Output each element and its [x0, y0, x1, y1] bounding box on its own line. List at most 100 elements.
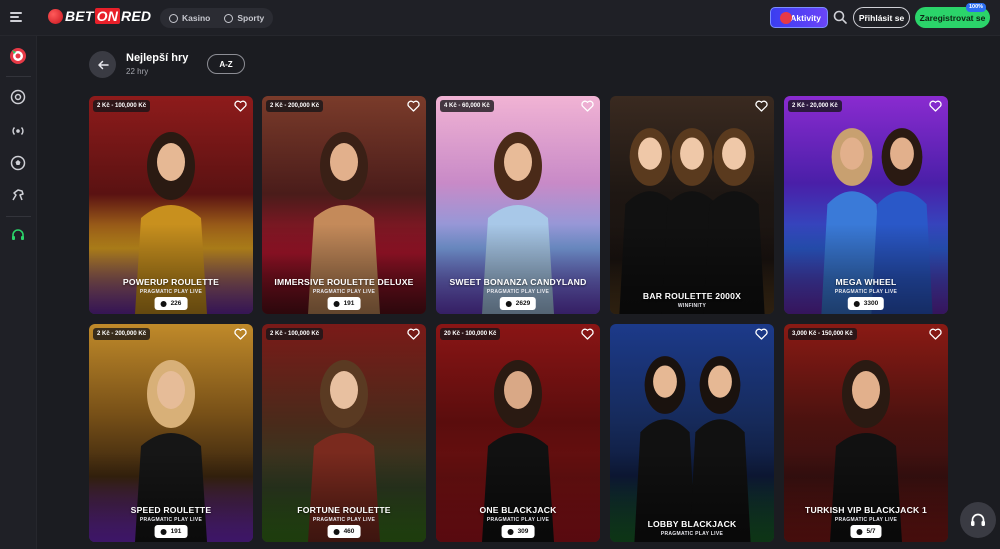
game-card[interactable]: 20 Kč - 100,000 Kč ONE BLACKJACK PRAGMATIC… — [436, 324, 600, 542]
sidebar-item-activities[interactable] — [9, 47, 27, 65]
aktivity-button[interactable]: Aktivity — [770, 7, 828, 28]
logo-on: ON — [94, 8, 121, 24]
sidebar-item-sports[interactable] — [9, 154, 27, 172]
player-count-badge: 226 — [154, 297, 188, 310]
player-count-badge: 191 — [327, 297, 361, 310]
login-button[interactable]: Přihlásit se — [853, 7, 910, 28]
game-card[interactable]: LOBBY BLACKJACK PRAGMATIC PLAY LIVE — [610, 324, 774, 542]
logo-red: RED — [121, 8, 152, 24]
back-button[interactable] — [89, 51, 116, 78]
game-card[interactable]: 3,000 Kč - 150,000 Kč TURKISH VIP BLACKJA… — [784, 324, 948, 542]
heart-icon[interactable] — [234, 328, 247, 340]
game-card[interactable]: BAR ROULETTE 2000X WINFINITY — [610, 96, 774, 314]
target-icon — [10, 48, 26, 64]
game-provider: PRAGMATIC PLAY LIVE — [486, 517, 550, 523]
game-card[interactable]: 2 Kč - 200,000 Kč IMMERSIVE ROULETTE DELU… — [262, 96, 426, 314]
player-count-badge: 191 — [154, 525, 188, 538]
stake-badge: 2 Kč - 200,000 Kč — [266, 100, 324, 112]
arrow-left-icon — [97, 60, 109, 69]
game-card[interactable]: 2 Kč - 20,000 Kč MEGA WHEEL PRAGMATIC PLAY… — [784, 96, 948, 314]
user-icon — [856, 528, 863, 535]
horse-icon — [12, 189, 24, 201]
sort-az-button[interactable]: A-Z — [207, 54, 245, 74]
game-provider: PRAGMATIC PLAY LIVE — [834, 289, 898, 295]
game-card[interactable]: 4 Kč - 60,000 Kč SWEET BONANZA CANDYLAND P… — [436, 96, 600, 314]
game-provider: PRAGMATIC PLAY LIVE — [139, 289, 203, 295]
game-provider: WINFINITY — [677, 303, 707, 309]
game-provider: PRAGMATIC PLAY LIVE — [486, 289, 550, 295]
ball-icon — [48, 8, 63, 24]
player-count: 226 — [170, 300, 182, 307]
logo-bet: BET — [65, 8, 94, 24]
stake-badge: 20 Kč - 100,000 Kč — [440, 328, 501, 340]
headset-icon — [971, 513, 985, 526]
player-count-badge: 309 — [501, 525, 535, 538]
stake-badge: 4 Kč - 60,000 Kč — [440, 100, 494, 112]
sidebar-item-roulette[interactable] — [9, 88, 27, 106]
sidebar — [0, 36, 37, 549]
game-title: ONE BLACKJACK — [479, 505, 557, 515]
game-title: POWERUP ROULETTE — [122, 277, 220, 287]
football-icon — [10, 155, 26, 171]
game-title: TURKISH VIP BLACKJACK 1 — [805, 505, 927, 515]
heart-icon[interactable] — [581, 100, 594, 112]
sidebar-item-racing[interactable] — [9, 186, 27, 204]
player-count-badge: 460 — [327, 525, 361, 538]
logo[interactable]: BET ON RED — [48, 8, 151, 24]
user-icon — [507, 528, 514, 535]
game-provider: PRAGMATIC PLAY LIVE — [312, 517, 376, 523]
user-icon — [333, 528, 340, 535]
roulette-icon — [10, 89, 26, 105]
game-card[interactable]: 2 Kč - 200,000 Kč SPEED ROULETTE PRAGMATIC… — [89, 324, 253, 542]
target-icon — [780, 12, 792, 24]
game-card[interactable]: 2 Kč - 100,000 Kč FORTUNE ROULETTE PRAGMAT… — [262, 324, 426, 542]
user-icon — [333, 300, 340, 307]
divider — [6, 76, 31, 77]
divider — [6, 216, 31, 217]
heart-icon[interactable] — [234, 100, 247, 112]
section-switcher: Kasino Sporty — [160, 8, 274, 28]
support-chat-button[interactable] — [960, 502, 996, 538]
top-bar: BET ON RED Kasino Sporty Aktivity Přihlá… — [0, 0, 1000, 36]
heart-icon[interactable] — [755, 100, 768, 112]
stake-badge: 2 Kč - 100,000 Kč — [93, 100, 151, 112]
aktivity-label: Aktivity — [790, 12, 821, 23]
tab-kasino[interactable]: Kasino — [162, 10, 217, 26]
stake-badge: 2 Kč - 100,000 Kč — [266, 328, 324, 340]
stake-badge: 2 Kč - 200,000 Kč — [93, 328, 151, 340]
sidebar-item-support[interactable] — [9, 226, 27, 244]
player-count: 460 — [343, 528, 355, 535]
heart-icon[interactable] — [755, 328, 768, 340]
player-count: 309 — [517, 528, 529, 535]
game-title: SPEED ROULETTE — [130, 505, 212, 515]
player-count: 3300 — [863, 300, 879, 307]
game-title: IMMERSIVE ROULETTE DELUXE — [274, 277, 414, 287]
heart-icon[interactable] — [929, 328, 942, 340]
heart-icon[interactable] — [407, 328, 420, 340]
live-broadcast-icon — [12, 127, 24, 135]
sidebar-item-live[interactable] — [9, 122, 27, 140]
user-icon — [853, 300, 860, 307]
user-icon — [160, 300, 167, 307]
menu-icon[interactable] — [10, 9, 26, 25]
page-title: Nejlepší hry — [126, 52, 189, 64]
game-title: BAR ROULETTE 2000X — [642, 291, 742, 301]
heart-icon[interactable] — [407, 100, 420, 112]
tab-kasino-label: Kasino — [182, 13, 211, 23]
player-count: 191 — [343, 300, 355, 307]
player-count-badge: 5/7 — [850, 525, 882, 538]
game-title: SWEET BONANZA CANDYLAND — [449, 277, 587, 287]
user-icon — [505, 300, 512, 307]
player-count: 2629 — [515, 300, 531, 307]
player-count: 5/7 — [866, 528, 876, 535]
game-title: FORTUNE ROULETTE — [297, 505, 391, 515]
game-provider: PRAGMATIC PLAY LIVE — [834, 517, 898, 523]
tab-sporty[interactable]: Sporty — [217, 10, 271, 26]
game-card[interactable]: 2 Kč - 100,000 Kč POWERUP ROULETTE PRAGMAT… — [89, 96, 253, 314]
search-icon[interactable] — [833, 10, 847, 24]
user-icon — [160, 528, 167, 535]
heart-icon[interactable] — [581, 328, 594, 340]
game-title: LOBBY BLACKJACK — [647, 519, 737, 529]
heart-icon[interactable] — [929, 100, 942, 112]
tab-sporty-label: Sporty — [237, 13, 265, 23]
